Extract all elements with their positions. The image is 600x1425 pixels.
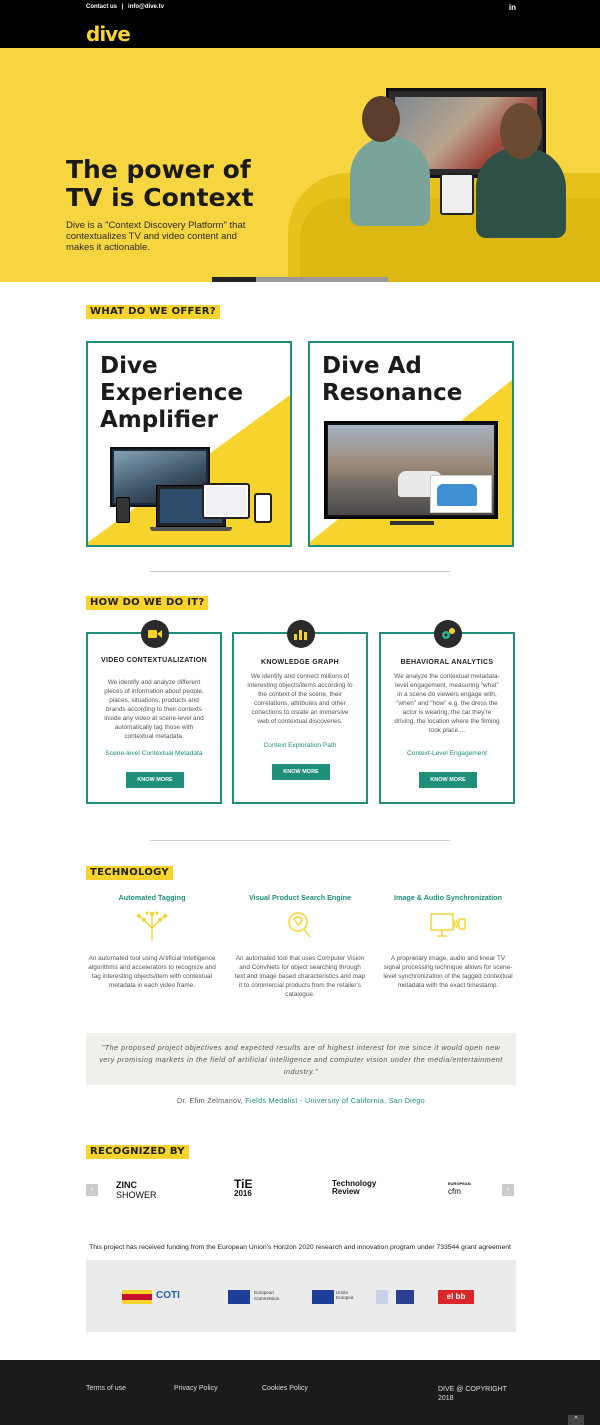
tech-description: An automated tool that uses Computer Vis… xyxy=(234,955,366,998)
hero-description: Dive is a "Context Discovery Platform" t… xyxy=(66,220,246,253)
testimonial-box: "The proposed project objectives and exp… xyxy=(86,1033,516,1085)
how-card-behavioral-analytics: BEHAVIORAL ANALYTICS We analyze the cont… xyxy=(379,620,515,804)
technology-review-logo: Technology Review xyxy=(332,1179,377,1196)
union-europea-logo: Unión Europea xyxy=(336,1290,354,1300)
know-more-button[interactable]: KNOW MORE xyxy=(126,772,184,788)
offer-card-ad-resonance[interactable]: Dive Ad Resonance xyxy=(308,341,514,547)
funding-statement: This project has received funding from t… xyxy=(89,1244,511,1251)
how-card-title: KNOWLEDGE GRAPH xyxy=(261,659,339,666)
tie-2016-logo: TiE 2016 xyxy=(234,1177,253,1198)
hero-person-left-head xyxy=(362,96,400,142)
tech-title: Visual Product Search Engine xyxy=(248,893,352,902)
tv-ad-illustration xyxy=(324,421,498,519)
offer-card-title: Dive Ad Resonance xyxy=(322,353,463,406)
slide-dot-1[interactable] xyxy=(212,277,256,282)
back-to-top-button[interactable]: ^ xyxy=(568,1415,584,1425)
know-more-button[interactable]: KNOW MORE xyxy=(419,772,477,788)
tech-visual-product-search: Visual Product Search Engine An automate… xyxy=(234,893,366,999)
gears-icon xyxy=(434,620,462,648)
dive-logo[interactable]: dive xyxy=(86,22,131,46)
carousel-next-button[interactable]: › xyxy=(502,1184,514,1196)
regional-logo xyxy=(396,1290,414,1304)
offer-card-title: Dive Experience Amplifier xyxy=(100,353,244,433)
email-link[interactable]: info@dive.tv xyxy=(128,4,164,10)
union-europea-flag xyxy=(312,1290,334,1304)
testimonial-author: Dr. Efim Zelmanov, Fields Medalist - Uni… xyxy=(86,1096,516,1105)
how-heading: HOW DO WE DO IT? xyxy=(86,596,209,610)
author-name: Dr. Efim Zelmanov, xyxy=(177,1096,243,1105)
linkedin-icon[interactable]: in xyxy=(509,3,516,12)
copyright-text: DIVE @ COPYRIGHT 2018 xyxy=(438,1386,507,1402)
how-card-description: We analyze the contextual metadata-level… xyxy=(394,673,500,734)
contact-separator: | xyxy=(121,4,124,10)
bar-chart-icon xyxy=(287,620,315,648)
tech-image-audio-sync: Image & Audio Synchronization A propriet… xyxy=(382,893,514,990)
contact-links: Contact us | info@dive.tv xyxy=(86,4,167,10)
cookies-policy-link[interactable]: Cookies Policy xyxy=(262,1385,308,1392)
tv-stand xyxy=(390,521,434,525)
brain-tree-icon xyxy=(134,910,170,940)
offer-heading: WHAT DO WE OFFER? xyxy=(86,305,220,319)
main-navbar: dive xyxy=(0,18,600,48)
eu-flag-logo xyxy=(228,1290,250,1304)
hero-person-left xyxy=(350,136,430,226)
site-footer: Terms of use Privacy Policy Cookies Poli… xyxy=(0,1360,600,1425)
hero-title: The power of TV is Context xyxy=(66,155,254,212)
top-contact-bar: Contact us | info@dive.tv in xyxy=(0,0,600,18)
how-card-video-contextualization: VIDEO CONTEXTUALIZATION We identify and … xyxy=(86,620,222,804)
section-divider xyxy=(150,571,450,572)
how-card-title: BEHAVIORAL ANALYTICS xyxy=(400,659,494,666)
hero-person-right-head xyxy=(500,103,542,159)
tech-automated-tagging: Automated Tagging An automated tool usin… xyxy=(86,893,218,990)
hero-slider-indicator xyxy=(212,277,388,282)
how-card-link[interactable]: Context Exploration Path xyxy=(238,742,362,749)
know-more-button[interactable]: KNOW MORE xyxy=(272,764,330,780)
funding-logos-box: COTI European Commission Unión Europea e… xyxy=(86,1260,516,1332)
how-card-link[interactable]: Context-Level Engagement xyxy=(385,750,509,757)
recognized-heading: RECOGNIZED BY xyxy=(86,1145,189,1159)
tech-title: Image & Audio Synchronization xyxy=(394,893,502,902)
testimonial-text: "The proposed project objectives and exp… xyxy=(99,1043,503,1076)
elbb-logo: el bb xyxy=(438,1290,474,1304)
tech-description: A proprietary image, audio and linear TV… xyxy=(383,955,513,989)
how-card-link[interactable]: Scene-level Contextual Metadata xyxy=(92,750,216,757)
hero-tablet xyxy=(440,173,474,215)
ministry-logo xyxy=(376,1290,388,1304)
european-cfm-logo: EUROPEAN cfm xyxy=(448,1181,471,1196)
author-affiliation: Fields Medalist - University of Californ… xyxy=(245,1096,425,1105)
technology-heading: TECHNOLOGY xyxy=(86,866,173,880)
tech-description: An automated tool using Artificial Intel… xyxy=(88,955,216,989)
hero-person-right xyxy=(476,148,566,238)
offer-card-experience-amplifier[interactable]: Dive Experience Amplifier xyxy=(86,341,292,547)
how-card-description: We identify and connect millions of inte… xyxy=(247,673,353,725)
privacy-policy-link[interactable]: Privacy Policy xyxy=(174,1385,218,1392)
hero-banner: The power of TV is Context Dive is a "Co… xyxy=(0,48,600,282)
slide-dot-2[interactable] xyxy=(256,277,300,282)
video-camera-icon xyxy=(141,620,169,648)
devices-illustration xyxy=(108,447,280,533)
slide-dot-3[interactable] xyxy=(300,277,344,282)
coti-logo: COTI xyxy=(156,1290,180,1301)
european-commission-logo: European Commission xyxy=(254,1290,280,1301)
tv-sync-icon xyxy=(430,910,466,940)
how-card-description: We identify and analyze different pieces… xyxy=(104,679,204,740)
terms-of-use-link[interactable]: Terms of use xyxy=(86,1385,126,1392)
contact-us-link[interactable]: Contact us xyxy=(86,4,117,10)
visual-search-icon xyxy=(282,910,318,940)
how-card-knowledge-graph: KNOWLEDGE GRAPH We identify and connect … xyxy=(232,620,368,804)
spain-flag-logo xyxy=(122,1290,152,1304)
section-divider xyxy=(150,840,450,841)
carousel-prev-button[interactable]: ‹ xyxy=(86,1184,98,1196)
slide-dot-4[interactable] xyxy=(344,277,388,282)
tech-title: Automated Tagging xyxy=(118,893,186,902)
zinc-shower-logo: ZINC SHOWER xyxy=(116,1180,157,1200)
how-card-title: VIDEO CONTEXTUALIZATION xyxy=(101,657,207,664)
